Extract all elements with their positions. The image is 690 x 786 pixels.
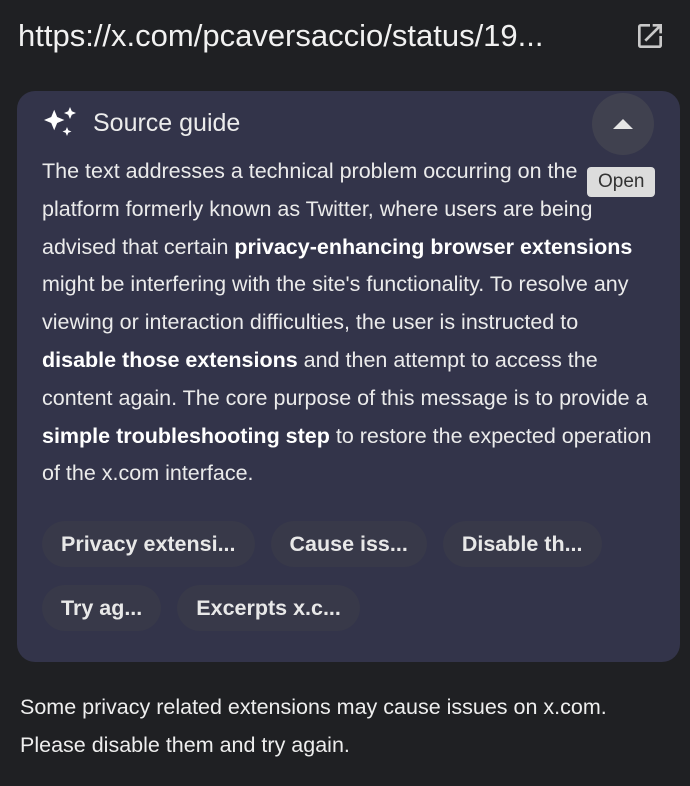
open-in-new-icon[interactable] (632, 18, 668, 54)
chevron-up-icon (613, 119, 633, 129)
topic-chip[interactable]: Disable th... (442, 521, 602, 567)
source-guide-header: Source guide (43, 105, 240, 141)
source-summary: The text addresses a technical problem o… (42, 153, 652, 493)
topic-chip[interactable]: Try ag... (42, 585, 162, 631)
source-url: https://x.com/pcaversaccio/status/19... (18, 18, 544, 53)
topic-chip[interactable]: Cause iss... (270, 521, 427, 567)
topic-chip[interactable]: Privacy extensi... (42, 521, 255, 567)
card-title: Source guide (93, 108, 241, 137)
source-url-bar: https://x.com/pcaversaccio/status/19... (18, 14, 678, 58)
summary-highlight: simple troubleshooting step (42, 423, 330, 448)
open-tooltip: Open (587, 167, 656, 197)
collapse-button[interactable] (592, 93, 654, 155)
sparkle-icon (44, 107, 76, 136)
source-excerpt: Some privacy related extensions may caus… (20, 695, 607, 757)
summary-text: might be interfering with the site's fun… (42, 272, 629, 335)
summary-highlight: privacy-enhancing browser extensions (234, 234, 633, 259)
chip-row: Privacy extensi... Cause iss... Disable th… (42, 521, 662, 567)
topic-chips: Privacy extensi... Cause iss... Disable th… (42, 521, 662, 649)
topic-chip[interactable]: Excerpts x.c... (177, 585, 360, 631)
summary-highlight: disable those extensions (42, 347, 298, 372)
source-viewer: https://x.com/pcaversaccio/status/19... … (0, 0, 690, 786)
chip-row: Try ag... Excerpts x.c... (42, 585, 662, 631)
source-guide-card: Source guide Open The text addresses a t… (17, 91, 680, 662)
